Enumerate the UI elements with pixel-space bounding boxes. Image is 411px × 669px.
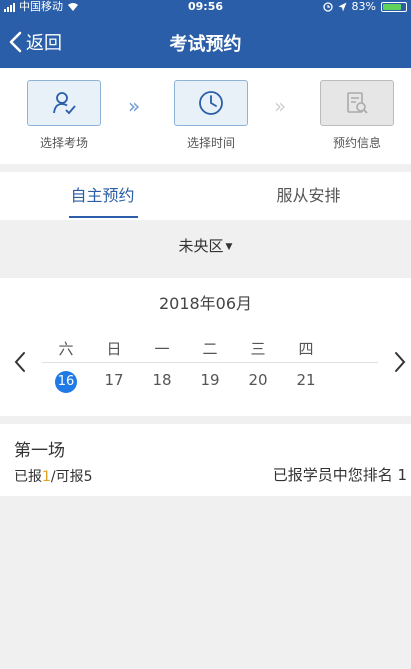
alarm-icon bbox=[322, 2, 333, 12]
step-icon-box bbox=[27, 80, 101, 126]
caret-down-icon: ▼ bbox=[225, 242, 233, 252]
session-card[interactable]: 第一场 已报1/可报5 已报学员中您排名 1 bbox=[0, 424, 411, 496]
tab-bar: 自主预约 服从安排 bbox=[0, 172, 411, 220]
battery-icon bbox=[381, 2, 407, 12]
date-row: 16 17 18 19 20 21 bbox=[42, 371, 330, 393]
nav-bar: 返回 考试预约 bbox=[0, 14, 411, 68]
weekday-label: 二 bbox=[202, 340, 218, 358]
calendar-divider bbox=[42, 362, 378, 363]
status-right: 83% bbox=[322, 0, 407, 14]
weekday-label: 一 bbox=[154, 340, 170, 358]
step-label: 选择时间 bbox=[186, 136, 235, 150]
weekday-label: 四 bbox=[298, 340, 314, 358]
step-select-venue: 选择考场 bbox=[26, 80, 102, 151]
chevron-right-icon bbox=[395, 352, 406, 372]
date-cell[interactable]: 18 bbox=[138, 371, 186, 393]
date-picker: 2018年06月 六 日 一 二 三 四 16 17 18 19 20 21 bbox=[0, 278, 411, 416]
weekday-label: 三 bbox=[250, 340, 266, 358]
tab-assigned[interactable]: 服从安排 bbox=[206, 172, 411, 220]
next-week-button[interactable] bbox=[392, 350, 408, 374]
step-select-time: 选择时间 bbox=[173, 80, 249, 151]
district-label: 未央区 bbox=[178, 237, 224, 255]
selected-date: 16 bbox=[55, 371, 77, 393]
date-cell[interactable]: 17 bbox=[90, 371, 138, 393]
tab-indicator bbox=[69, 216, 138, 218]
weekday-label: 六 bbox=[58, 340, 74, 358]
step-label: 预约信息 bbox=[332, 136, 381, 150]
weekday-row: 六 日 一 二 三 四 bbox=[42, 338, 330, 359]
session-title: 第一场 bbox=[14, 441, 65, 461]
date-cell[interactable]: 20 bbox=[234, 371, 282, 393]
chevron-double-right-icon: » bbox=[274, 94, 287, 118]
chevron-double-right-icon: » bbox=[128, 94, 141, 118]
date-cell-selected[interactable]: 16 bbox=[42, 371, 90, 393]
capacity-text: /可报5 bbox=[50, 469, 93, 485]
clock-icon bbox=[199, 91, 223, 115]
step-label: 选择考场 bbox=[39, 136, 88, 150]
step-reservation-info: 预约信息 bbox=[319, 80, 395, 151]
step-progress: 选择考场 » 选择时间 » 预约信息 bbox=[0, 68, 411, 164]
page-title: 考试预约 bbox=[169, 34, 242, 55]
user-check-icon bbox=[53, 92, 76, 115]
step-icon-box bbox=[320, 80, 394, 126]
date-cell[interactable]: 19 bbox=[186, 371, 234, 393]
tab-self-booking[interactable]: 自主预约 bbox=[0, 172, 205, 220]
reported-count: 1 bbox=[42, 469, 51, 485]
session-count: 已报1/可报5 bbox=[14, 466, 93, 486]
document-search-icon bbox=[347, 92, 368, 114]
district-dropdown[interactable]: 未央区 ▼ bbox=[0, 220, 411, 272]
prev-week-button[interactable] bbox=[12, 350, 28, 374]
chevron-left-icon bbox=[14, 352, 25, 372]
battery-percent: 83% bbox=[351, 0, 376, 13]
rank-text: 已报学员中您排名 1 bbox=[272, 466, 407, 484]
location-icon bbox=[338, 2, 347, 12]
reported-prefix: 已报 bbox=[14, 469, 42, 485]
step-icon-box bbox=[174, 80, 248, 126]
status-bar: 中国移动 09:56 83% bbox=[0, 0, 411, 14]
date-cell[interactable]: 21 bbox=[282, 371, 330, 393]
month-title: 2018年06月 bbox=[158, 294, 253, 313]
weekday-label: 日 bbox=[106, 340, 122, 358]
